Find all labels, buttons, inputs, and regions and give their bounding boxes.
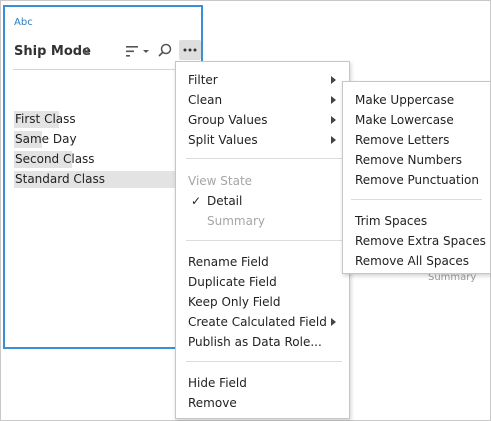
value-item[interactable]: Same Day [14,131,78,148]
value-item[interactable]: First Class [14,111,77,128]
menu-item-make-lowercase[interactable]: Make Lowercase [355,112,454,128]
checkmark-icon: ✓ [191,194,202,208]
menu-separator [351,199,482,200]
submenu-arrow-icon [331,96,336,104]
menu-item-group-values[interactable]: Group Values [188,112,268,128]
menu-item-create-calculated-field[interactable]: Create Calculated Field [188,314,327,330]
more-options-button[interactable] [179,40,201,60]
field-card[interactable]: Abc Ship Mode 4 First Class Same Day Sec… [3,5,203,349]
menu-item-trim-spaces[interactable]: Trim Spaces [355,213,427,229]
submenu-arrow-icon [331,76,336,84]
value-item[interactable]: Second Class [14,151,96,168]
search-icon[interactable] [157,41,173,61]
submenu-arrow-icon [331,116,336,124]
sort-dropdown-icon[interactable] [142,41,150,61]
value-item[interactable]: Standard Class [14,171,106,188]
more-options-icon [183,48,197,52]
clean-submenu: Make Uppercase Make Lowercase Remove Let… [342,81,491,274]
view-state-header: View State [188,174,253,188]
menu-item-remove[interactable]: Remove [188,395,237,411]
menu-separator [186,158,342,159]
menu-item-remove-all-spaces[interactable]: Remove All Spaces [355,253,469,269]
menu-item-make-uppercase[interactable]: Make Uppercase [355,92,454,108]
menu-item-publish-as-data-role[interactable]: Publish as Data Role... [188,334,322,350]
menu-item-split-values[interactable]: Split Values [188,132,258,148]
menu-item-summary[interactable]: Summary [207,213,265,229]
menu-item-keep-only-field[interactable]: Keep Only Field [188,294,280,310]
field-name[interactable]: Ship Mode [14,44,91,59]
menu-item-detail[interactable]: Detail [207,193,242,209]
menu-item-remove-numbers[interactable]: Remove Numbers [355,152,462,168]
menu-item-hide-field[interactable]: Hide Field [188,375,247,391]
menu-item-rename-field[interactable]: Rename Field [188,254,269,270]
data-type-label[interactable]: Abc [14,17,33,28]
menu-item-remove-letters[interactable]: Remove Letters [355,132,449,148]
menu-item-duplicate-field[interactable]: Duplicate Field [188,274,277,290]
menu-separator [186,240,342,241]
sort-icon[interactable] [125,41,139,61]
menu-item-clean[interactable]: Clean [188,92,222,108]
menu-item-remove-punctuation[interactable]: Remove Punctuation [355,172,479,188]
submenu-arrow-icon [331,136,336,144]
field-count: 4 [83,45,90,58]
submenu-arrow-icon [331,318,336,326]
card-divider [13,69,196,70]
menu-item-filter[interactable]: Filter [188,72,218,88]
menu-separator [186,361,342,362]
menu-item-remove-extra-spaces[interactable]: Remove Extra Spaces [355,233,486,249]
more-options-menu: Filter Clean Group Values Split Values V… [175,61,350,419]
